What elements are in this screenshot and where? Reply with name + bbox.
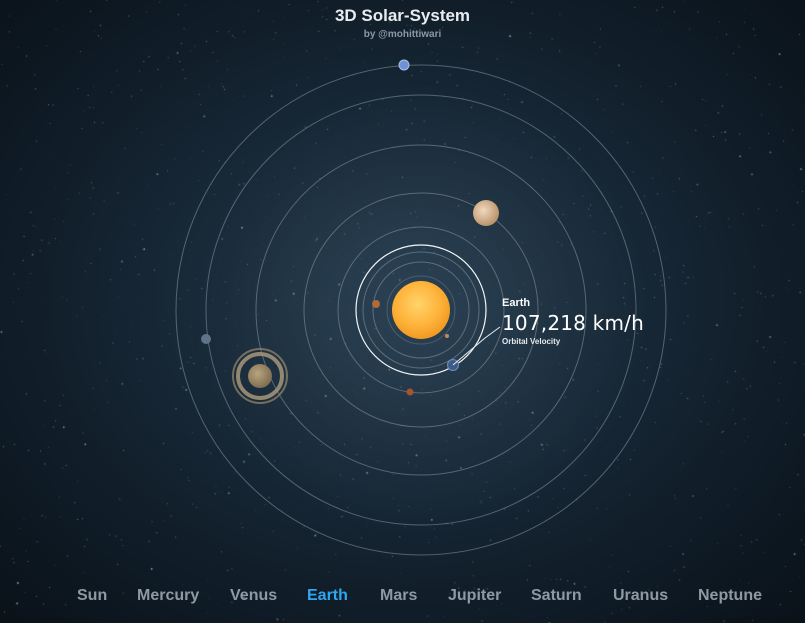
planet-mars[interactable] (406, 388, 414, 396)
nav-mars[interactable]: Mars (380, 587, 417, 605)
planet-name: Earth (502, 297, 531, 309)
sun[interactable] (392, 281, 450, 339)
nav-venus[interactable]: Venus (230, 587, 277, 605)
nav-mercury[interactable]: Mercury (137, 587, 199, 605)
planet-nav: Sun Mercury Venus Earth Mars Jupiter Sat… (0, 587, 805, 609)
planet-mercury[interactable] (372, 300, 380, 308)
solar-system-view (175, 59, 667, 556)
planet-jupiter[interactable] (473, 200, 499, 226)
nav-neptune[interactable]: Neptune (698, 587, 762, 605)
planet-uranus[interactable] (201, 334, 211, 344)
orbital-velocity-label: Orbital Velocity (502, 337, 561, 346)
planet-neptune[interactable] (398, 59, 410, 71)
nav-earth[interactable]: Earth (307, 587, 348, 605)
nav-sun[interactable]: Sun (77, 587, 107, 605)
nav-saturn[interactable]: Saturn (531, 587, 582, 605)
nav-jupiter[interactable]: Jupiter (448, 587, 501, 605)
planet-info-panel: Earth 107,218 km/h Orbital Velocity (502, 297, 644, 346)
orbital-velocity-value: 107,218 km/h (502, 311, 644, 335)
nav-uranus[interactable]: Uranus (613, 587, 668, 605)
planet-venus[interactable] (445, 334, 449, 338)
